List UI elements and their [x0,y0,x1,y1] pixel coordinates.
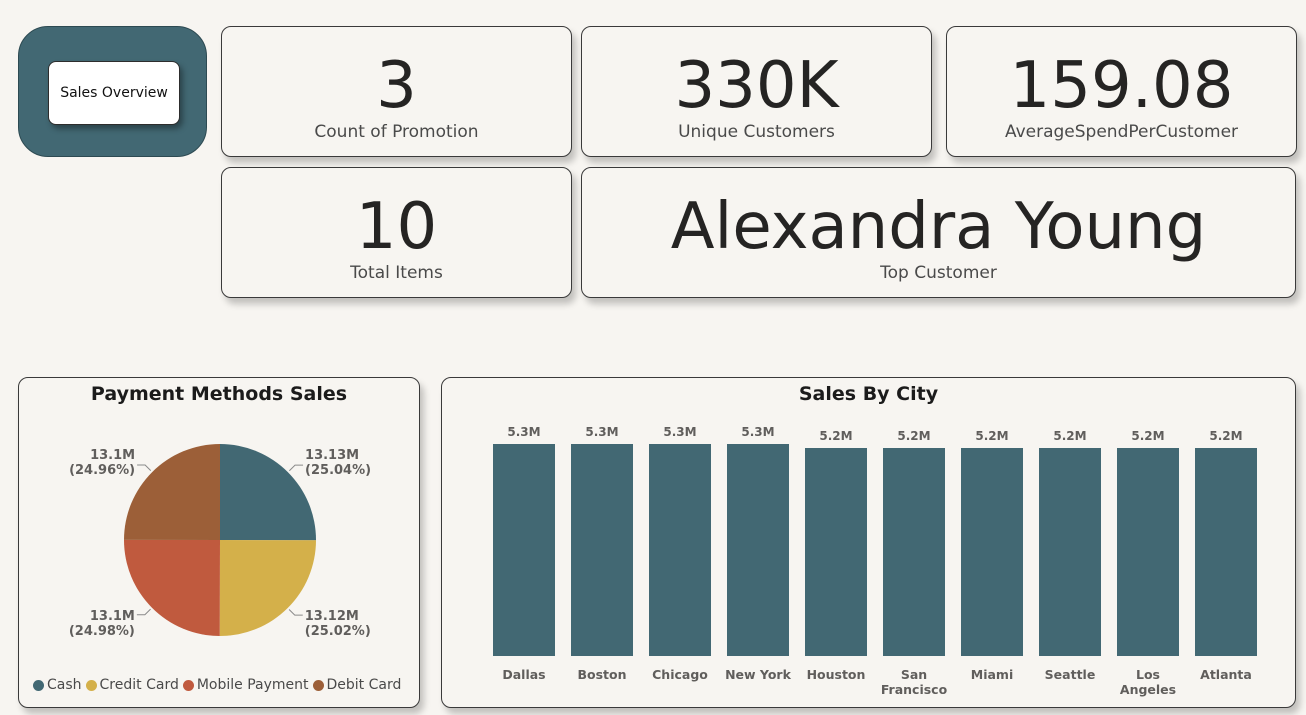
bar-data-label: 5.2M [897,429,930,443]
pie-percent-label: (25.04%) [305,463,371,478]
kpi-label: Unique Customers [678,122,835,142]
kpi-value: 3 [376,49,417,123]
bar-data-label: 5.3M [663,425,696,439]
bar-chart: 5.3M Dallas 5.3M Boston 5.3M Chicago 5.3M New Y… [493,425,1257,697]
legend-item-mobile-payment[interactable]: Mobile Payment [182,677,309,693]
pie-leader-line [289,464,304,472]
bar-houston [805,448,867,656]
pie-slice-credit-card [219,540,316,637]
kpi-value: 159.08 [1009,49,1234,123]
pie-slice-mobile-payment [123,539,220,636]
legend-label: Mobile Payment [196,677,309,693]
bar-new-york [727,444,789,656]
kpi-label: AverageSpendPerCustomer [1004,122,1239,142]
bar-san-francisco [883,448,945,656]
bar-category-label: San [901,667,927,682]
bar-seattle [1039,448,1101,656]
nav-panel: Sales Overview [18,26,207,157]
legend-item-debit-card[interactable]: Debit Card [312,677,402,693]
pie-slice-cash [220,444,317,541]
pie-percent-label: (24.96%) [69,463,135,478]
bar-category-label: Boston [577,667,626,682]
legend-label: Credit Card [99,677,179,693]
pie-value-label: 13.12M [305,609,359,624]
bar-category-label: Chicago [652,667,708,682]
bar-category-label: New York [725,667,791,682]
bar-category-label: Miami [971,667,1013,682]
kpi-card-top-customer: Alexandra Young Top Customer [581,167,1296,298]
bar-category-label: Dallas [502,667,545,682]
bar-category-label: Seattle [1045,667,1096,682]
kpi-card-unique-customers: 330K Unique Customers [581,26,932,157]
pie-leader-line [137,464,152,472]
bar-data-label: 5.2M [975,429,1008,443]
kpi-card-count-of-promotion: 3 Count of Promotion [221,26,572,157]
bar-los-angeles [1117,448,1179,656]
legend-label: Debit Card [326,677,402,693]
legend-item-credit-card[interactable]: Credit Card [85,677,179,693]
bar-category-label: Atlanta [1200,667,1252,682]
pie-leader-line [288,609,303,616]
bar-data-label: 5.2M [1131,429,1164,443]
sales-by-city-chart-card: Sales By City 5.3M Dallas 5.3M Boston 5.3M Ch… [441,377,1296,708]
pie-value-label: 13.13M [305,448,359,463]
pie-value-label: 13.1M [90,448,135,463]
legend-swatch [182,679,194,691]
bar-category-label: Los [1136,667,1160,682]
kpi-label: Count of Promotion [314,122,479,142]
bar-category-label: Angeles [1120,682,1176,697]
bar-category-label: Houston [807,667,866,682]
bar-dallas [493,444,555,656]
kpi-label: Top Customer [880,263,997,283]
pie-percent-label: (25.02%) [305,624,371,639]
sales-overview-button[interactable]: Sales Overview [48,61,180,125]
kpi-card-average-spend: 159.08 AverageSpendPerCustomer [946,26,1297,157]
bar-data-label: 5.3M [585,425,618,439]
pie-legend: Cash Credit Card Mobile Payment Debit Card [33,677,405,693]
kpi-value: 330K [674,49,839,123]
bar-miami [961,448,1023,656]
legend-swatch [33,679,44,691]
legend-swatch [312,679,324,691]
payment-methods-chart-card: Payment Methods Sales 13.13M (25.04%) 13.1… [18,377,420,708]
kpi-value: 10 [355,190,438,264]
bar-data-label: 5.3M [507,425,540,439]
bar-boston [571,444,633,656]
legend-item-cash[interactable]: Cash [33,677,82,693]
bar-data-label: 5.2M [819,429,852,443]
pie-leader-line [136,608,151,616]
pie-slice-debit-card [124,444,220,540]
bar-data-label: 5.2M [1053,429,1086,443]
bar-chicago [649,444,711,656]
legend-label: Cash [47,677,82,693]
kpi-card-total-items: 10 Total Items [221,167,572,298]
kpi-value: Alexandra Young [670,190,1207,264]
bar-category-label: Francisco [881,682,948,697]
bar-atlanta [1195,448,1257,656]
pie-chart: 13.13M(25.04%)13.12M(25.02%)13.1M(24.98%… [69,444,371,639]
bar-data-label: 5.3M [741,425,774,439]
pie-percent-label: (24.98%) [69,624,135,639]
legend-swatch [85,679,97,691]
bar-data-label: 5.2M [1209,429,1242,443]
kpi-label: Total Items [350,263,443,283]
pie-value-label: 13.1M [90,609,135,624]
